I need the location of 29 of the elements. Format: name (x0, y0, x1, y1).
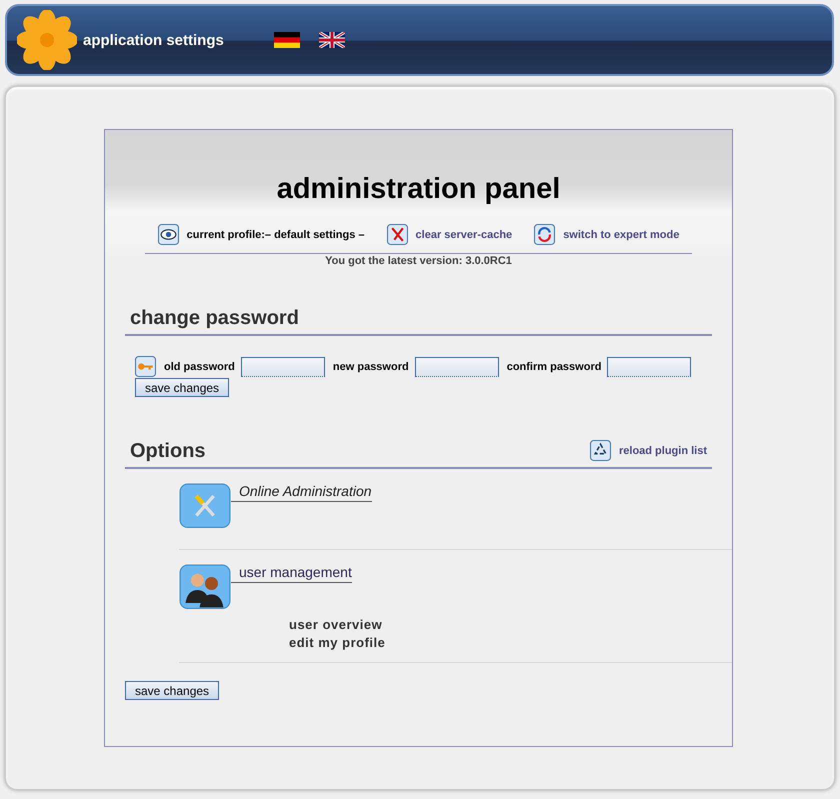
password-field[interactable] (240, 356, 325, 376)
plugin-menu-link[interactable]: edit my profile (289, 634, 732, 652)
british-flag-icon[interactable] (318, 32, 345, 48)
eye-icon[interactable] (158, 224, 179, 245)
toolbar-link[interactable]: clear server-cache (416, 228, 512, 240)
app-title: application settings (83, 32, 224, 48)
save-button[interactable]: save changes (125, 681, 220, 700)
refresh-icon[interactable] (534, 224, 556, 245)
plugin-link[interactable]: Online Administration (231, 483, 372, 502)
field-label: new password (332, 360, 409, 372)
recycle-icon[interactable] (590, 440, 611, 461)
password-field[interactable] (414, 356, 499, 376)
field-label: old password (164, 360, 235, 372)
german-flag-icon[interactable] (274, 32, 300, 48)
flower-icon (17, 10, 77, 70)
reload-link[interactable]: reload plugin list (618, 444, 707, 456)
password-field[interactable] (607, 356, 692, 376)
cross-icon[interactable] (386, 224, 408, 245)
section-heading: change password (125, 307, 712, 336)
toolbar-link[interactable]: switch to expert mode (563, 228, 680, 240)
version-text: You got the latest version: 3.0.0RC1 (145, 253, 692, 267)
key-icon (135, 356, 156, 377)
save-button[interactable]: save changes (135, 378, 230, 397)
section-heading: Options (129, 440, 206, 464)
plugin-link[interactable]: user management (231, 564, 352, 583)
profile-label: current profile:– default settings – (186, 228, 365, 240)
panel-title: administration panel (276, 172, 562, 207)
field-label: confirm password (506, 360, 602, 372)
plugin-menu-link[interactable]: user overview (289, 616, 732, 634)
